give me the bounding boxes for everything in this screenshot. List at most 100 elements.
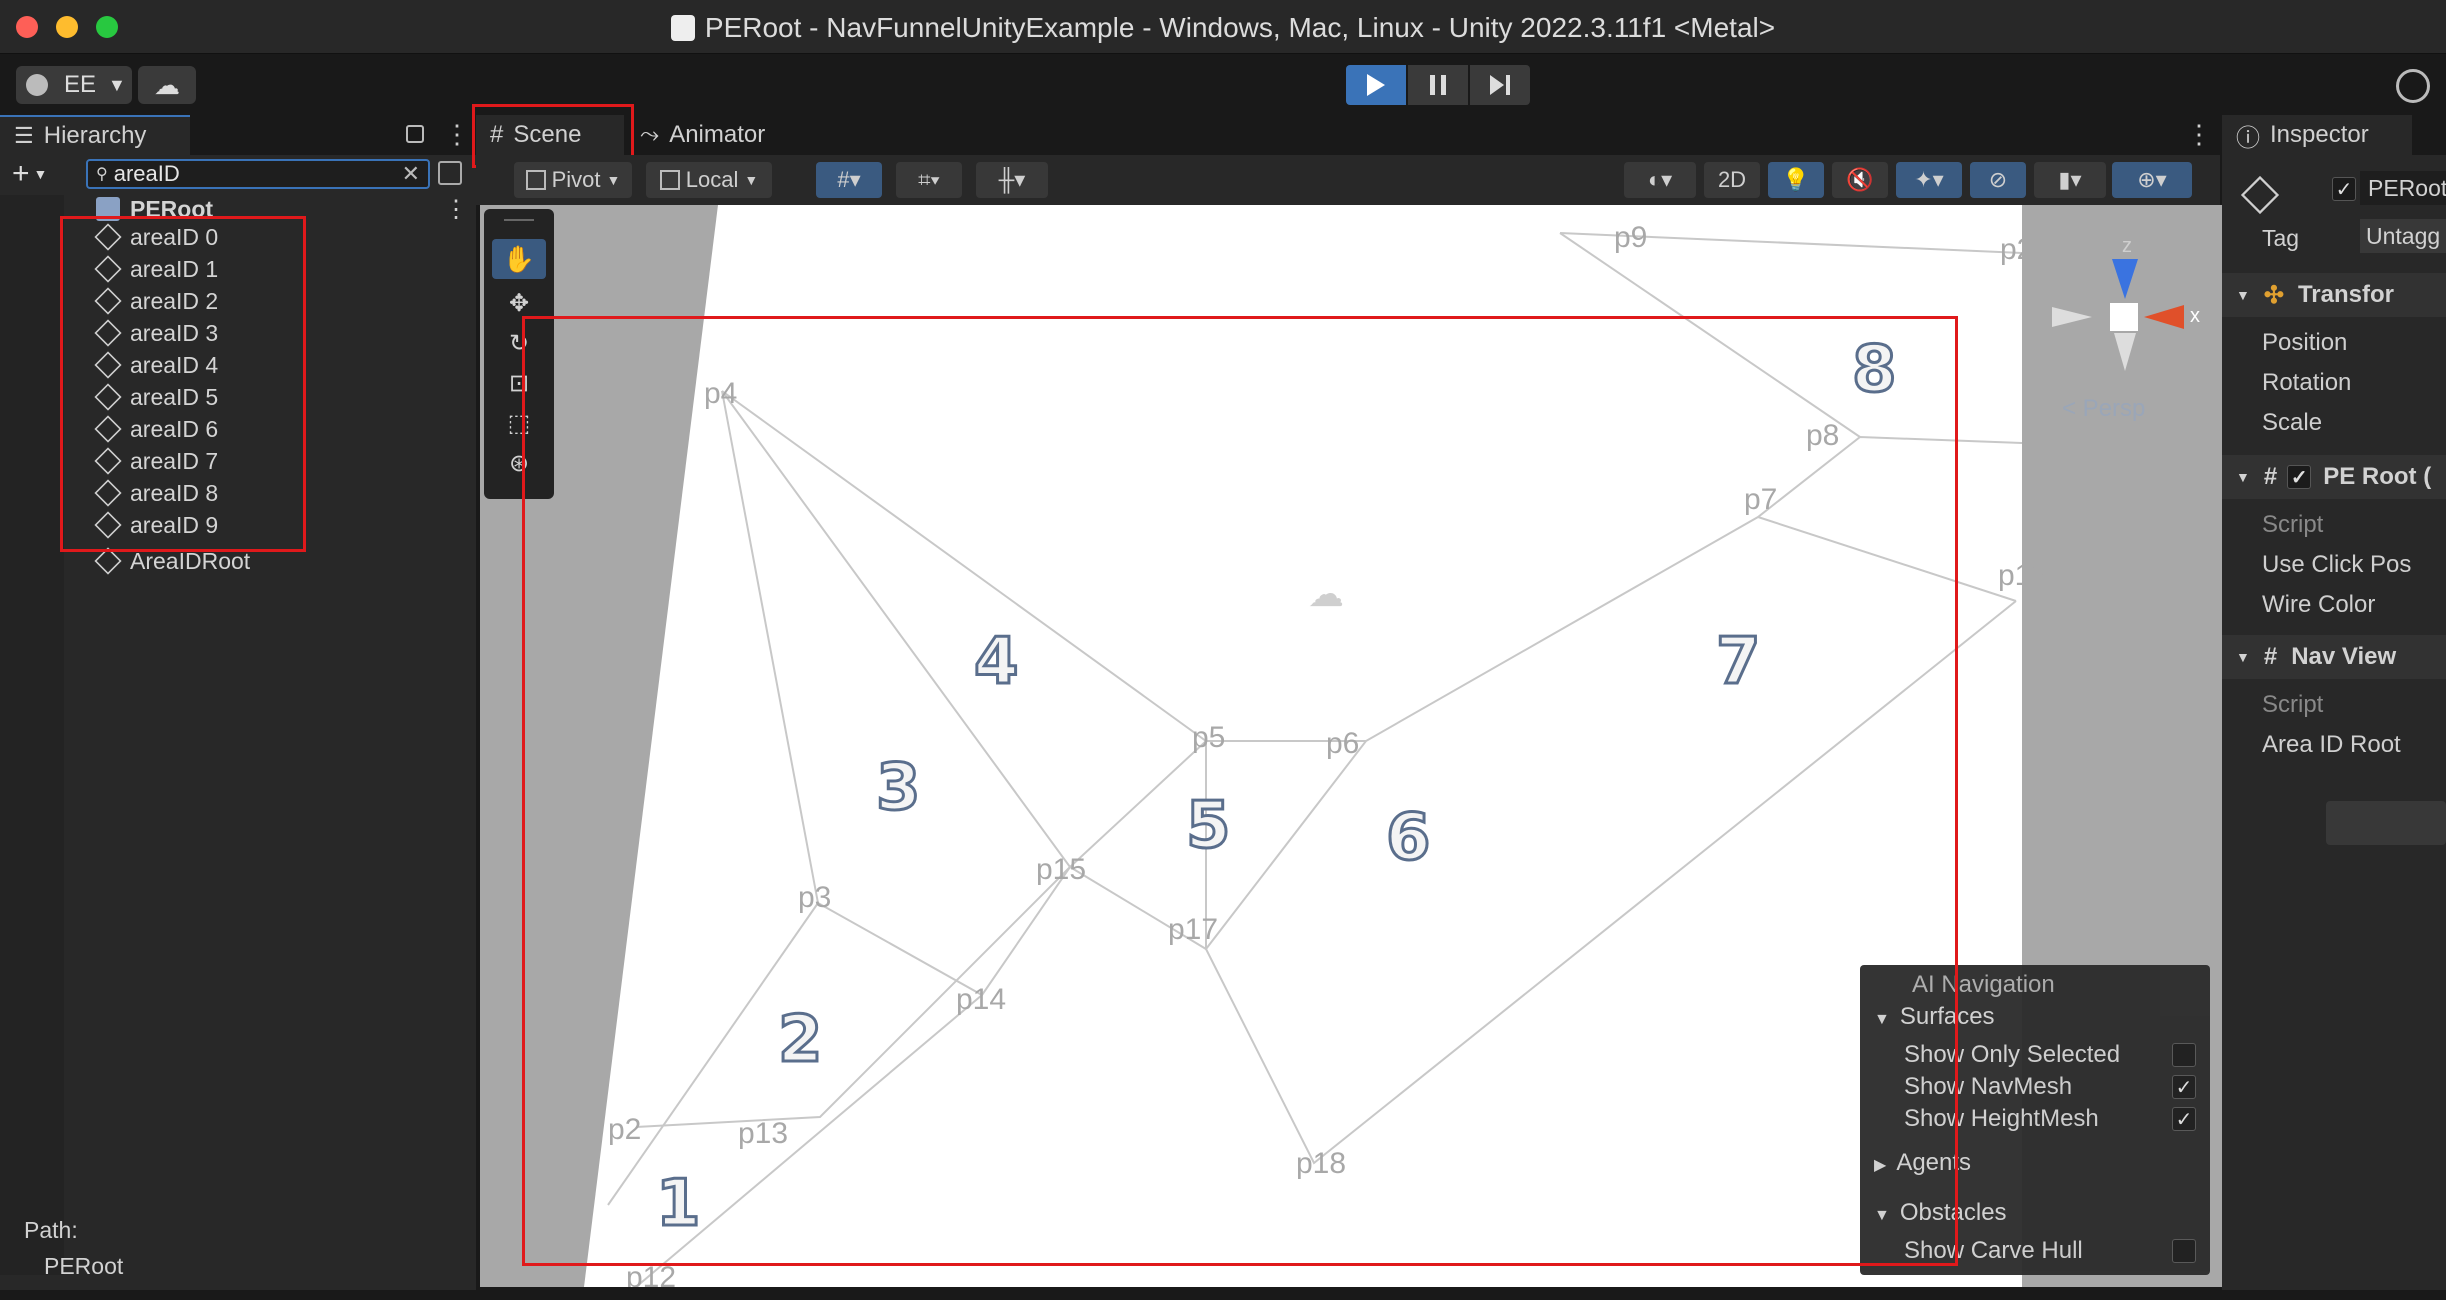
tab-scene[interactable]: # Scene <box>476 115 624 155</box>
tab-hierarchy[interactable]: ☰ Hierarchy <box>0 115 190 155</box>
add-component-button[interactable] <box>2326 801 2446 845</box>
lighting-toggle-button[interactable]: 💡 <box>1768 162 1824 198</box>
grid-snap-button[interactable]: #▾ <box>816 162 882 198</box>
gameobject-cube-icon <box>94 223 122 251</box>
root-more-icon[interactable]: ⋮ <box>444 195 468 224</box>
title-bar: PERoot - NavFunnelUnityExample - Windows… <box>0 0 2446 54</box>
prefab-icon <box>96 197 120 221</box>
increment-snap-button[interactable]: ⌗▾ <box>896 162 962 198</box>
scene-point-p14: p14 <box>956 983 1007 1016</box>
area-number-1: 1 <box>655 1166 703 1243</box>
pe-root-header[interactable]: ▼ # ✓ PE Root ( <box>2222 455 2446 499</box>
hierarchy-item-1[interactable]: areaID 1 <box>94 253 218 285</box>
transform-header[interactable]: ▼ ✣ Transfor <box>2222 273 2446 317</box>
tag-dropdown[interactable]: Untagg <box>2360 219 2446 253</box>
transform-tool-button[interactable]: ⊛ <box>492 443 546 483</box>
hierarchy-item-5[interactable]: areaID 5 <box>94 381 218 413</box>
toggle-2d-button[interactable]: 2D <box>1704 162 1760 198</box>
hierarchy-tabbar: ☰ Hierarchy ⋮ <box>0 115 476 155</box>
hierarchy-item-8[interactable]: areaID 8 <box>94 477 218 509</box>
scene-viewport[interactable]: p9 p20 p4 p8 p7 p19 p5 p6 p15 p3 p17 p14 p2 p13 p18 p12… <box>480 205 2222 1287</box>
area-number-2: 2 <box>777 1002 825 1079</box>
script-icon: # <box>2263 463 2278 490</box>
axis-gizmo[interactable]: z x <box>2052 225 2202 385</box>
use-click-pos-label: Use Click Pos <box>2262 551 2412 578</box>
shading-mode-dropdown[interactable]: ◐▾ <box>1624 162 1696 198</box>
play-button[interactable] <box>1346 65 1406 105</box>
scene-point-p7: p7 <box>1744 483 1778 516</box>
surfaces-foldout[interactable]: ▼ Surfaces <box>1874 1003 1995 1031</box>
more-options-icon[interactable]: ⋮ <box>444 119 470 150</box>
object-name-field[interactable]: PERoot <box>2360 171 2446 205</box>
search-filter-icon[interactable] <box>438 161 462 185</box>
pause-button[interactable] <box>1408 65 1468 105</box>
hand-tool-button[interactable]: ✋ <box>492 239 546 279</box>
add-object-button[interactable]: + ▼ <box>12 157 47 191</box>
step-button[interactable] <box>1470 65 1530 105</box>
move-tool-button[interactable]: ✥ <box>492 283 546 323</box>
hierarchy-panel: + ▼ ⚲ areaID ✕ PERoot ⋮ areaID 0 areaID 1a… <box>0 155 476 1300</box>
scene-more-icon[interactable]: ⋮ <box>2186 119 2212 150</box>
gameobject-cube-icon <box>94 447 122 475</box>
tag-label: Tag <box>2262 225 2300 251</box>
history-icon[interactable] <box>2396 69 2430 103</box>
cloud-button[interactable]: ☁ <box>138 66 196 104</box>
scene-toolbar: Pivot ▼ Local ▼ #▾ ⌗▾ ╫▾ ◐▾ 2D 💡 🔇 ✦▾ ⊘ ▮▾… <box>476 155 2220 205</box>
rotate-tool-button[interactable]: ↻ <box>492 323 546 363</box>
scene-visibility-button[interactable]: ⊘ <box>1970 162 2026 198</box>
nav-script-label: Script <box>2262 691 2324 718</box>
scene-tabbar: # Scene ⤳ Animator ⋮ <box>476 115 2220 155</box>
hierarchy-item-9[interactable]: areaID 9 <box>94 509 218 541</box>
hierarchy-item-arearoot[interactable]: AreaIDRoot <box>94 545 250 577</box>
persp-label[interactable]: < Persp <box>2062 395 2145 423</box>
hierarchy-item-0[interactable]: areaID 0 <box>94 221 218 253</box>
inspector-panel: ✓ PERoot Tag Untagg ▼ ✣ Transfor Position … <box>2222 155 2446 1300</box>
local-cube-icon <box>659 170 680 190</box>
camera-dropdown[interactable]: ▮▾ <box>2034 162 2106 198</box>
show-carve-hull-checkbox[interactable] <box>2172 1239 2196 1263</box>
audio-toggle-button[interactable]: 🔇 <box>1832 162 1888 198</box>
gameobject-cube-icon <box>94 479 122 507</box>
hierarchy-item-7[interactable]: areaID 7 <box>94 445 218 477</box>
gizmo-center-cube <box>2110 303 2138 331</box>
scene-point-p20: p20 <box>2000 233 2051 266</box>
effects-dropdown[interactable]: ✦▾ <box>1896 162 1962 198</box>
scene-point-p6: p6 <box>1326 727 1360 760</box>
active-checkbox[interactable]: ✓ <box>2332 177 2356 201</box>
lock-icon[interactable] <box>406 125 424 143</box>
scene-point-p15: p15 <box>1036 853 1087 886</box>
gizmos-dropdown[interactable]: ⊕▾ <box>2112 162 2192 198</box>
scene-point-p3: p3 <box>798 881 832 914</box>
agents-foldout[interactable]: ▶ Agents <box>1874 1149 1971 1177</box>
show-only-selected-checkbox[interactable] <box>2172 1043 2196 1067</box>
local-dropdown[interactable]: Local ▼ <box>646 162 772 198</box>
pe-root-enabled-checkbox[interactable]: ✓ <box>2287 465 2312 489</box>
gizmo-x-label: x <box>2190 305 2200 327</box>
nav-view-header[interactable]: ▼ # Nav View <box>2222 635 2446 679</box>
account-dropdown[interactable]: EE ▼ <box>16 66 132 104</box>
show-navmesh-checkbox[interactable]: ✓ <box>2172 1075 2196 1099</box>
gameobject-cube-icon <box>94 287 122 315</box>
hierarchy-item-6[interactable]: areaID 6 <box>94 413 218 445</box>
clear-search-icon[interactable]: ✕ <box>402 161 420 187</box>
search-icon: ⚲ <box>96 166 108 183</box>
hierarchy-item-4[interactable]: areaID 4 <box>94 349 218 381</box>
chevron-down-icon: ▼ <box>108 74 126 95</box>
hierarchy-search-input[interactable]: ⚲ areaID ✕ <box>86 159 430 189</box>
obstacles-foldout[interactable]: ▼ Obstacles <box>1874 1199 2007 1227</box>
ruler-button[interactable]: ╫▾ <box>976 162 1048 198</box>
show-heightmesh-checkbox[interactable]: ✓ <box>2172 1107 2196 1131</box>
list-icon: ☰ <box>14 123 34 148</box>
gameobject-cube-icon <box>94 511 122 539</box>
script-icon: # <box>2263 643 2278 670</box>
scene-point-p5: p5 <box>1192 721 1226 754</box>
hierarchy-item-3[interactable]: areaID 3 <box>94 317 218 349</box>
tab-inspector[interactable]: ⓘ Inspector <box>2222 115 2412 155</box>
window-title: PERoot - NavFunnelUnityExample - Windows… <box>0 12 2446 44</box>
area-number-3: 3 <box>875 750 923 827</box>
tab-animator[interactable]: ⤳ Animator <box>626 115 826 155</box>
pivot-dropdown[interactable]: Pivot ▼ <box>514 162 632 198</box>
hierarchy-item-2[interactable]: areaID 2 <box>94 285 218 317</box>
rect-tool-button[interactable]: ⬚ <box>492 403 546 443</box>
scale-tool-button[interactable]: ⊡ <box>492 363 546 403</box>
